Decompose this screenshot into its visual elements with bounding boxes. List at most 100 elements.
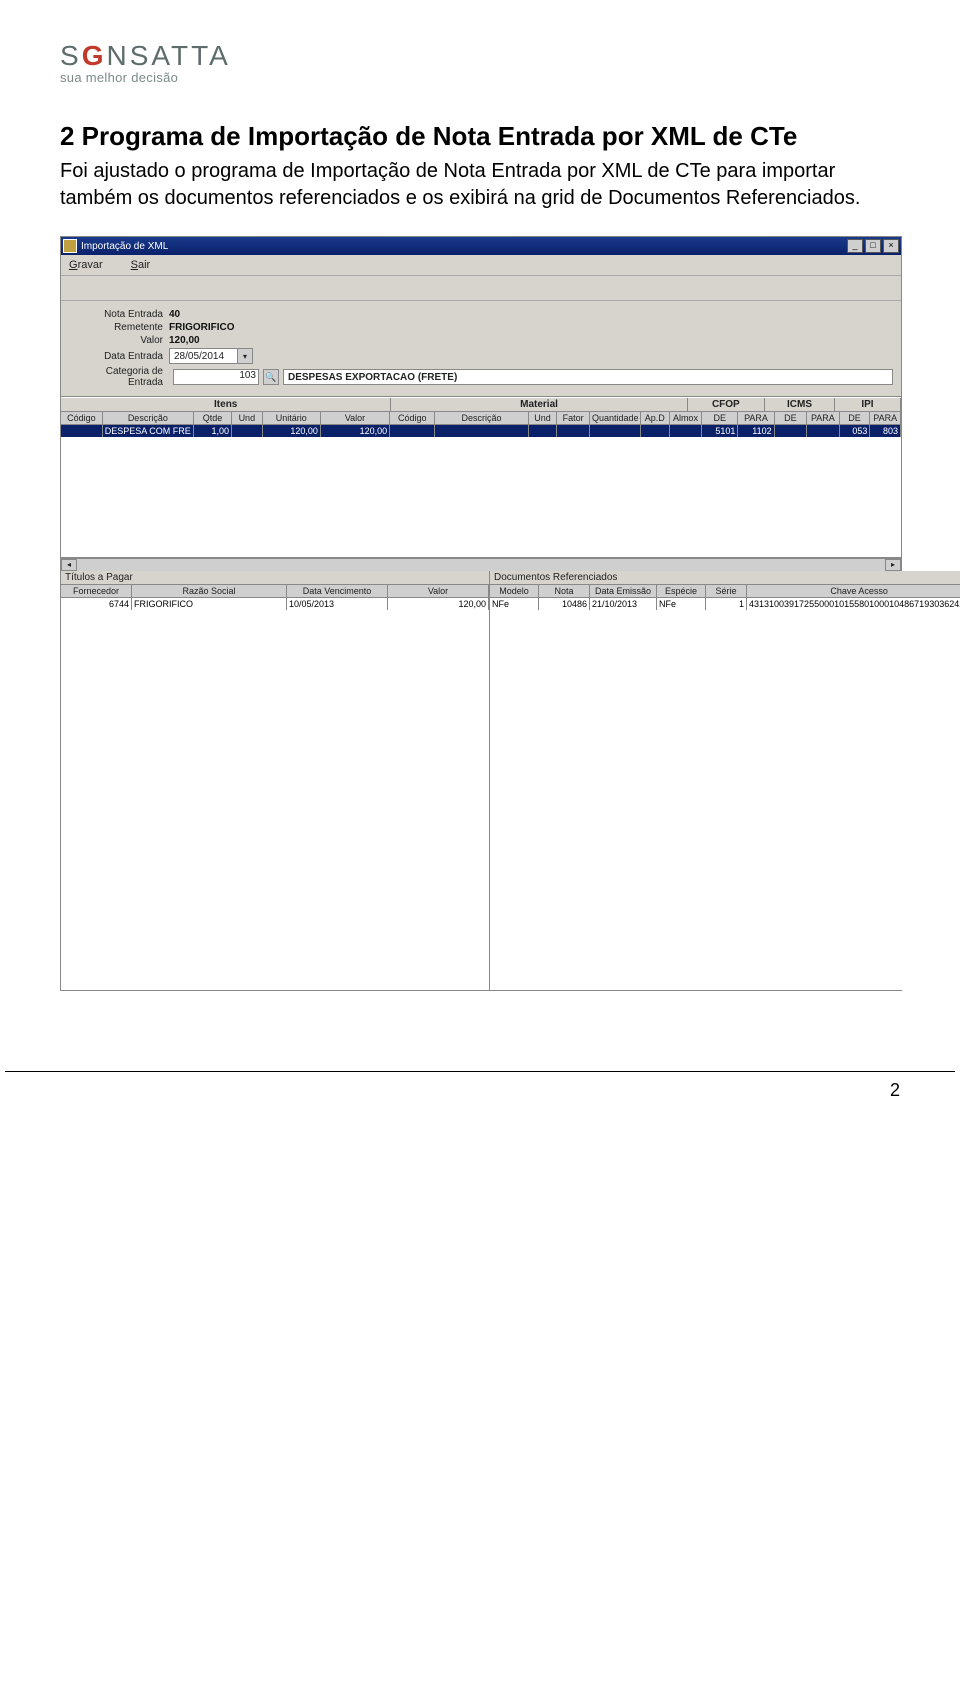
col-m-fator[interactable]: Fator bbox=[557, 412, 590, 425]
cell-t-valor: 120,00 bbox=[388, 598, 489, 610]
col-icms-de[interactable]: DE bbox=[775, 412, 808, 425]
lookup-button[interactable]: 🔍 bbox=[263, 369, 279, 385]
section-cfop: CFOP bbox=[688, 398, 765, 411]
toolbar-gap bbox=[61, 276, 901, 301]
col-serie[interactable]: Série bbox=[706, 585, 747, 598]
cell-venc: 10/05/2013 bbox=[287, 598, 388, 610]
cell-m-und bbox=[529, 425, 558, 437]
close-button[interactable]: × bbox=[883, 239, 899, 253]
col-cfop-para[interactable]: PARA bbox=[738, 412, 774, 425]
item-columns: Código Descrição Qtde Und Unitário Valor… bbox=[61, 412, 901, 425]
cell-icms-de bbox=[775, 425, 808, 437]
label-remetente: Remetente bbox=[69, 322, 169, 333]
dropdown-icon[interactable]: ▾ bbox=[237, 349, 252, 363]
cell-valor: 120,00 bbox=[321, 425, 390, 437]
cell-descricao: DESPESA COM FRE bbox=[103, 425, 194, 437]
col-m-apd[interactable]: Ap.D bbox=[641, 412, 670, 425]
maximize-button[interactable]: □ bbox=[865, 239, 881, 253]
logo-tagline: sua melhor decisão bbox=[60, 70, 900, 85]
cell-unitario: 120,00 bbox=[263, 425, 321, 437]
cell-especie: NFe bbox=[657, 598, 706, 610]
logo-brand: SGNSATTA bbox=[60, 40, 900, 72]
cell-codigo bbox=[61, 425, 103, 437]
cell-chave: 4313100391725500010155801000104867193036… bbox=[747, 598, 960, 610]
cell-m-codigo bbox=[390, 425, 435, 437]
app-window: Importação de XML _ □ × Gravar Sair Nota… bbox=[60, 236, 902, 991]
cell-emissao: 21/10/2013 bbox=[590, 598, 657, 610]
input-data-entrada[interactable]: 28/05/2014 ▾ bbox=[169, 348, 253, 364]
cell-m-apd bbox=[641, 425, 670, 437]
titulos-title: Títulos a Pagar bbox=[61, 571, 489, 585]
col-valor[interactable]: Valor bbox=[321, 412, 390, 425]
items-grid-body bbox=[61, 437, 901, 558]
menu-gravar[interactable]: Gravar bbox=[69, 259, 103, 271]
form-area: Nota Entrada 40 Remetente FRIGORIFICO Va… bbox=[61, 301, 901, 397]
col-ipi-para[interactable]: PARA bbox=[870, 412, 901, 425]
panel-titulos: Títulos a Pagar Fornecedor Razão Social … bbox=[61, 571, 490, 990]
titulos-row[interactable]: 6744 FRIGORIFICO 10/05/2013 120,00 bbox=[61, 598, 489, 610]
col-descricao[interactable]: Descrição bbox=[103, 412, 194, 425]
value-remetente: FRIGORIFICO bbox=[169, 322, 235, 333]
col-chave[interactable]: Chave Acesso bbox=[747, 585, 960, 598]
col-vencimento[interactable]: Data Vencimento bbox=[287, 585, 388, 598]
docs-columns: Modelo Nota Data Emissão Espécie Série C… bbox=[490, 585, 960, 598]
h-scrollbar[interactable]: ◂ ▸ bbox=[61, 558, 901, 571]
col-t-valor[interactable]: Valor bbox=[388, 585, 489, 598]
cell-m-fator bbox=[557, 425, 590, 437]
cell-nota: 10486 bbox=[539, 598, 590, 610]
titulos-columns: Fornecedor Razão Social Data Vencimento … bbox=[61, 585, 489, 598]
col-m-qtd[interactable]: Quantidade bbox=[590, 412, 641, 425]
col-ipi-de[interactable]: DE bbox=[840, 412, 871, 425]
col-unitario[interactable]: Unitário bbox=[263, 412, 321, 425]
docs-row[interactable]: NFe 10486 21/10/2013 NFe 1 4313100391725… bbox=[490, 598, 960, 610]
menubar: Gravar Sair bbox=[61, 255, 901, 276]
section-paragraph: Foi ajustado o programa de Importação de… bbox=[60, 158, 900, 212]
col-cfop-de[interactable]: DE bbox=[702, 412, 738, 425]
menu-sair[interactable]: Sair bbox=[131, 259, 151, 271]
col-und[interactable]: Und bbox=[232, 412, 263, 425]
cell-cfop-para: 1102 bbox=[738, 425, 774, 437]
col-fornecedor[interactable]: Fornecedor bbox=[61, 585, 132, 598]
col-qtde[interactable]: Qtde bbox=[194, 412, 232, 425]
col-emissao[interactable]: Data Emissão bbox=[590, 585, 657, 598]
page-number: 2 bbox=[0, 1080, 960, 1101]
cell-ipi-para: 803 bbox=[870, 425, 901, 437]
section-headers: Itens Material CFOP ICMS IPI bbox=[61, 397, 901, 412]
logo: SGNSATTA sua melhor decisão bbox=[60, 40, 900, 85]
footer-rule bbox=[5, 1071, 955, 1072]
col-modelo[interactable]: Modelo bbox=[490, 585, 539, 598]
lower-panels: Títulos a Pagar Fornecedor Razão Social … bbox=[61, 571, 901, 990]
cell-modelo: NFe bbox=[490, 598, 539, 610]
cell-forn: 6744 bbox=[61, 598, 132, 610]
window-title: Importação de XML bbox=[81, 241, 168, 252]
col-nota[interactable]: Nota bbox=[539, 585, 590, 598]
titulos-body bbox=[61, 610, 489, 990]
label-data-entrada: Data Entrada bbox=[69, 351, 169, 362]
col-m-codigo[interactable]: Código bbox=[390, 412, 435, 425]
col-m-almox[interactable]: Almox bbox=[670, 412, 703, 425]
titlebar: Importação de XML _ □ × bbox=[61, 237, 901, 255]
cell-cfop-de: 5101 bbox=[702, 425, 738, 437]
col-m-und[interactable]: Und bbox=[529, 412, 558, 425]
col-codigo[interactable]: Código bbox=[61, 412, 103, 425]
cell-m-desc bbox=[435, 425, 528, 437]
scroll-right-icon[interactable]: ▸ bbox=[885, 559, 901, 571]
col-icms-para[interactable]: PARA bbox=[807, 412, 840, 425]
col-razao[interactable]: Razão Social bbox=[132, 585, 287, 598]
col-especie[interactable]: Espécie bbox=[657, 585, 706, 598]
input-categoria-code[interactable]: 103 bbox=[173, 369, 259, 385]
section-itens: Itens bbox=[61, 398, 391, 411]
logo-part: G bbox=[82, 40, 107, 71]
docs-body bbox=[490, 610, 960, 990]
scroll-left-icon[interactable]: ◂ bbox=[61, 559, 77, 571]
logo-part: S bbox=[60, 40, 82, 71]
cell-m-qtd bbox=[590, 425, 641, 437]
item-row[interactable]: DESPESA COM FRE 1,00 120,00 120,00 5101 … bbox=[61, 425, 901, 437]
value-categoria-desc: DESPESAS EXPORTACAO (FRETE) bbox=[283, 369, 893, 385]
section-icms: ICMS bbox=[765, 398, 835, 411]
value-data-entrada: 28/05/2014 bbox=[174, 351, 224, 362]
cell-und bbox=[232, 425, 263, 437]
minimize-button[interactable]: _ bbox=[847, 239, 863, 253]
col-m-descricao[interactable]: Descrição bbox=[435, 412, 528, 425]
section-material: Material bbox=[391, 398, 687, 411]
